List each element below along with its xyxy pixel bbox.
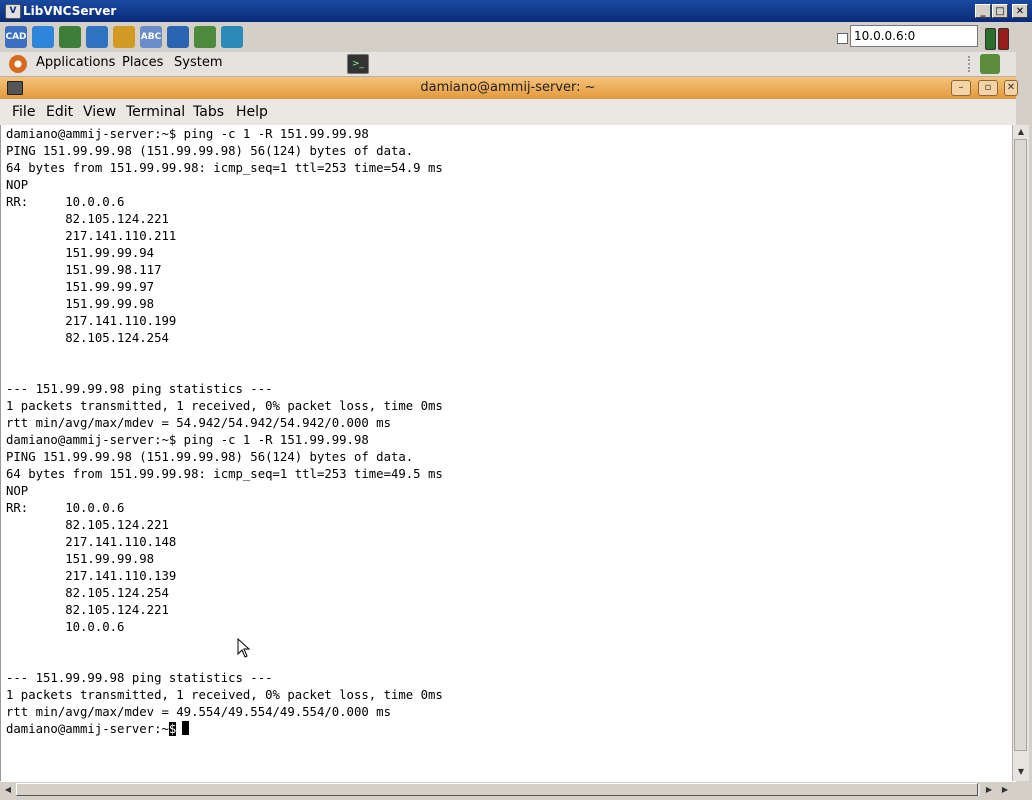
terminal-line: 151.99.99.94 <box>6 246 155 260</box>
terminal-menubar: File Edit View Terminal Tabs Help <box>0 99 1016 126</box>
terminal-line: 64 bytes from 151.99.99.98: icmp_seq=1 t… <box>6 467 443 481</box>
terminal-line: rtt min/avg/max/mdev = 54.942/54.942/54.… <box>6 416 391 430</box>
vnc-horizontal-scrollbar[interactable]: ◀ ▶ ▶ <box>0 781 1016 798</box>
terminal-line: NOP <box>6 484 29 498</box>
terminal-line: 1 packets transmitted, 1 received, 0% pa… <box>6 688 443 702</box>
terminal-line: NOP <box>6 178 29 192</box>
terminal-maximize-button[interactable]: ▫ <box>978 80 998 96</box>
terminal-line: 82.105.124.254 <box>6 331 169 345</box>
send-ctrl-alt-del-icon[interactable]: CAD <box>5 26 27 48</box>
terminal-line: damiano@ammij-server:~$ ping -c 1 -R 151… <box>6 127 369 141</box>
connection-status-icon <box>985 28 996 50</box>
terminal-line: 82.105.124.221 <box>6 212 169 226</box>
terminal-line: 151.99.99.97 <box>6 280 155 294</box>
terminal-line: damiano@ammij-server:~$ ping -c 1 -R 151… <box>6 433 369 447</box>
vnc-titlebar: V LibVNCServer _ □ ✕ <box>0 0 1032 22</box>
terminal-output-area[interactable]: damiano@ammij-server:~$ ping -c 1 -R 151… <box>0 125 1013 781</box>
terminal-line: 82.105.124.221 <box>6 603 169 617</box>
scroll-up-arrow-icon[interactable]: ▲ <box>1014 125 1028 139</box>
ubuntu-logo-icon <box>9 55 27 73</box>
menu-terminal[interactable]: Terminal <box>126 104 185 120</box>
gnome-top-panel: Applications Places System >_ <box>0 52 1016 77</box>
terminal-window-title: damiano@ammij-server: ~ <box>420 80 596 95</box>
terminal-minimize-button[interactable]: – <box>951 80 971 96</box>
vnc-toolbar: CAD ABC 10.0.0.6:0 <box>0 22 1016 52</box>
disconnect-icon[interactable] <box>194 26 216 48</box>
terminal-line: --- 151.99.99.98 ping statistics --- <box>6 382 273 396</box>
terminal-line: 217.141.110.211 <box>6 229 177 243</box>
menu-help[interactable]: Help <box>236 104 268 120</box>
fullscreen-icon[interactable] <box>32 26 54 48</box>
panel-menu-places[interactable]: Places <box>122 55 163 70</box>
terminal-line: 151.99.99.98 <box>6 552 155 566</box>
scroll-corner-right-arrow-icon[interactable]: ▶ <box>998 783 1012 797</box>
terminal-line: RR: 10.0.0.6 <box>6 195 125 209</box>
menu-view[interactable]: View <box>83 104 116 120</box>
host-checkbox[interactable] <box>837 33 848 44</box>
terminal-line: 151.99.98.117 <box>6 263 162 277</box>
terminal-text: damiano@ammij-server:~$ ping -c 1 -R 151… <box>6 126 443 738</box>
menu-file[interactable]: File <box>12 104 35 120</box>
terminal-cursor <box>182 721 190 735</box>
menu-tabs[interactable]: Tabs <box>193 104 224 120</box>
terminal-line: 217.141.110.139 <box>6 569 177 583</box>
horizontal-scroll-thumb[interactable] <box>16 783 978 796</box>
vnc-window-title: LibVNCServer <box>23 4 117 18</box>
scroll-left-arrow-icon[interactable]: ◀ <box>1 783 15 797</box>
terminal-line: rtt min/avg/max/mdev = 49.554/49.554/49.… <box>6 705 391 719</box>
recording-status-icon <box>998 28 1009 50</box>
file-transfer-icon[interactable] <box>221 26 243 48</box>
windows-key-icon[interactable] <box>113 26 135 48</box>
terminal-line: 82.105.124.254 <box>6 586 169 600</box>
terminal-titlebar: damiano@ammij-server: ~ – ▫ ✕ <box>0 77 1018 99</box>
terminal-line: 151.99.99.98 <box>6 297 155 311</box>
panel-drag-handle[interactable] <box>968 56 974 72</box>
terminal-line: 217.141.110.148 <box>6 535 177 549</box>
menu-edit[interactable]: Edit <box>46 104 73 120</box>
terminal-line: 10.0.0.6 <box>6 620 125 634</box>
terminal-line: RR: 10.0.0.6 <box>6 501 125 515</box>
scroll-right-arrow-icon[interactable]: ▶ <box>982 783 996 797</box>
terminal-line: 217.141.110.199 <box>6 314 177 328</box>
vnc-app-icon: V <box>5 4 21 19</box>
terminal-prompt-line: damiano@ammij-server:~$ <box>6 721 443 738</box>
options-icon[interactable] <box>59 26 81 48</box>
terminal-launcher-icon[interactable]: >_ <box>347 54 369 74</box>
refresh-icon[interactable] <box>86 26 108 48</box>
mouse-pointer-icon <box>237 638 251 658</box>
vnc-maximize-button[interactable]: □ <box>992 4 1008 18</box>
selected-prompt-char: $ <box>168 722 177 736</box>
host-address-field[interactable]: 10.0.0.6:0 <box>850 25 978 47</box>
vnc-close-button[interactable]: ✕ <box>1012 4 1028 18</box>
terminal-line: --- 151.99.99.98 ping statistics --- <box>6 671 273 685</box>
panel-menu-applications[interactable]: Applications <box>36 55 115 70</box>
terminal-line: 64 bytes from 151.99.99.98: icmp_seq=1 t… <box>6 161 443 175</box>
terminal-close-button[interactable]: ✕ <box>1004 80 1018 96</box>
update-notifier-icon[interactable] <box>980 54 1000 74</box>
terminal-prompt: damiano@ammij-server:~ <box>6 722 169 736</box>
text-chat-icon[interactable]: ABC <box>140 26 162 48</box>
terminal-line: 82.105.124.221 <box>6 518 169 532</box>
scroll-down-arrow-icon[interactable]: ▼ <box>1014 765 1028 779</box>
terminal-line: PING 151.99.99.98 (151.99.99.98) 56(124)… <box>6 144 414 158</box>
panel-menu-system[interactable]: System <box>174 55 222 70</box>
vnc-minimize-button[interactable]: _ <box>975 4 991 18</box>
vertical-scroll-thumb[interactable] <box>1014 139 1027 751</box>
terminal-line: PING 151.99.99.98 (151.99.99.98) 56(124)… <box>6 450 414 464</box>
clipboard-icon[interactable] <box>167 26 189 48</box>
terminal-line: 1 packets transmitted, 1 received, 0% pa… <box>6 399 443 413</box>
terminal-vertical-scrollbar[interactable]: ▲ ▼ <box>1012 125 1029 781</box>
